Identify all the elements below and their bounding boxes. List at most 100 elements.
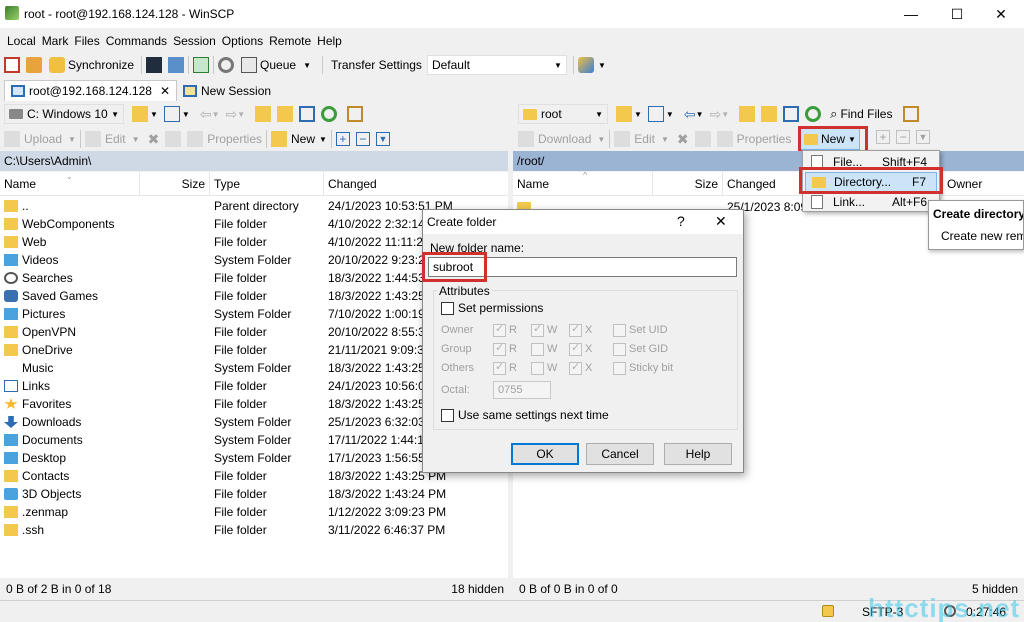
owner-w-checkbox[interactable] [531, 322, 544, 337]
menu-item-directory[interactable]: Directory... F7 [805, 172, 937, 192]
close-tab-icon[interactable]: ✕ [160, 84, 170, 98]
putty-icon[interactable] [168, 57, 185, 73]
gear-icon[interactable] [218, 57, 235, 73]
upload-button[interactable]: Upload [24, 132, 62, 146]
chevron-down-icon[interactable]: ▼ [237, 110, 245, 119]
plus-icon[interactable]: + [876, 130, 890, 144]
compare-dirs-icon[interactable] [26, 57, 42, 73]
right-folder-select[interactable]: root ▼ [518, 104, 608, 124]
close-window-button[interactable]: ✕ [978, 0, 1024, 28]
menu-options[interactable]: Options [219, 34, 266, 48]
open-folder-icon[interactable] [616, 106, 632, 122]
filter-icon[interactable] [163, 106, 180, 122]
chevron-down-icon[interactable]: ▼ [721, 110, 729, 119]
find-files-button[interactable]: ⌕ Find Files [827, 103, 895, 125]
parent-dir-icon[interactable] [255, 106, 272, 122]
group-x-checkbox[interactable] [569, 341, 582, 356]
menu-commands[interactable]: Commands [103, 34, 170, 48]
octal-input[interactable]: 0755 [493, 381, 551, 399]
tab-new-session[interactable]: New Session [177, 80, 277, 101]
refresh-icon[interactable] [321, 106, 338, 122]
properties-button[interactable]: Properties [207, 132, 262, 146]
forward-icon[interactable]: ⇨ [226, 106, 238, 123]
dialog-close-button[interactable]: ✕ [715, 213, 727, 230]
properties-button[interactable]: Properties [737, 132, 792, 146]
chevron-down-icon[interactable]: ▼ [150, 110, 158, 119]
console-icon[interactable] [146, 57, 163, 73]
others-w-checkbox[interactable] [531, 361, 544, 375]
same-settings-checkbox[interactable]: Use same settings next time [441, 408, 609, 422]
filter-icon[interactable] [647, 106, 664, 122]
cancel-button[interactable]: Cancel [586, 443, 654, 465]
others-r-checkbox[interactable] [493, 360, 506, 375]
owner-r-checkbox[interactable] [493, 322, 506, 337]
menu-files[interactable]: Files [71, 34, 102, 48]
edit-button[interactable]: Edit [105, 132, 126, 146]
parent-dir-icon[interactable] [739, 106, 756, 122]
refresh-icon[interactable] [805, 106, 822, 122]
preferences-icon[interactable] [577, 57, 594, 73]
set-permissions-checkbox[interactable]: Set permissions [441, 301, 543, 315]
menu-local[interactable]: Local [4, 34, 39, 48]
ok-button[interactable]: OK [511, 443, 579, 465]
queue-button[interactable]: Queue ▼ [238, 54, 314, 76]
left-drive-select[interactable]: C: Windows 10 ▼ [4, 104, 124, 124]
menu-mark[interactable]: Mark [39, 34, 72, 48]
minimize-button[interactable]: — [888, 0, 934, 28]
menu-remote[interactable]: Remote [266, 34, 314, 48]
column-owner[interactable]: Owner [943, 172, 1024, 195]
owner-x-checkbox[interactable] [569, 322, 582, 337]
edit-button[interactable]: Edit [634, 132, 655, 146]
tab-session[interactable]: root@192.168.124.128 ✕ [4, 80, 178, 101]
rename-icon[interactable] [165, 131, 182, 147]
transfer-settings-select[interactable]: Default ▼ [426, 55, 567, 75]
table-row[interactable]: .zenmap File folder 1/12/2022 3:09:23 PM [0, 503, 508, 521]
maximize-button[interactable]: ☐ [934, 0, 980, 28]
table-row[interactable]: 3D Objects File folder 18/3/2022 1:43:24 P… [0, 485, 508, 503]
root-dir-icon[interactable] [277, 106, 294, 122]
column-size[interactable]: Size [140, 172, 210, 195]
chevron-down-icon[interactable]: ▼ [696, 110, 704, 119]
menu-session[interactable]: Session [170, 34, 219, 48]
layout-icon[interactable] [4, 57, 20, 73]
home-icon[interactable] [783, 106, 800, 122]
filter-select-icon[interactable]: ▼ [916, 130, 930, 144]
chevron-down-icon[interactable]: ▼ [666, 110, 674, 119]
plus-icon[interactable]: + [335, 132, 350, 146]
table-row[interactable]: .ssh File folder 3/11/2022 6:46:37 PM [0, 521, 508, 539]
others-x-checkbox[interactable] [569, 360, 582, 375]
group-w-checkbox[interactable] [531, 342, 544, 356]
menu-item-file[interactable]: File... Shift+F4 [805, 152, 937, 172]
find-icon[interactable] [903, 106, 920, 122]
help-button[interactable]: Help [664, 443, 732, 465]
left-new-button[interactable]: New [291, 132, 315, 146]
synchronize-button[interactable]: Synchronize [46, 54, 137, 76]
filter-select-icon[interactable]: ▼ [375, 132, 390, 146]
find-icon[interactable] [347, 106, 364, 122]
group-r-checkbox[interactable] [493, 341, 506, 356]
download-button[interactable]: Download [538, 132, 591, 146]
column-changed[interactable]: Changed [324, 172, 508, 195]
help-icon[interactable]: ? [677, 213, 685, 229]
right-path-bar[interactable]: /root/ [513, 151, 1024, 171]
column-size[interactable]: Size [653, 172, 723, 195]
back-icon[interactable]: ⇦ [684, 106, 696, 123]
chevron-down-icon[interactable]: ▼ [634, 110, 642, 119]
delete-icon[interactable]: ✖ [677, 131, 689, 148]
forward-icon[interactable]: ⇨ [710, 106, 722, 123]
folder-name-input[interactable]: subroot [428, 257, 737, 277]
set-uid-checkbox[interactable] [613, 323, 626, 337]
minus-icon[interactable]: − [896, 130, 910, 144]
open-folder-icon[interactable] [132, 106, 148, 122]
delete-icon[interactable]: ✖ [148, 131, 160, 148]
back-icon[interactable]: ⇦ [200, 106, 212, 123]
home-icon[interactable] [299, 106, 316, 122]
rename-icon[interactable] [694, 131, 711, 147]
column-type[interactable]: Type [210, 172, 324, 195]
chevron-down-icon[interactable]: ▼ [182, 110, 190, 119]
set-gid-checkbox[interactable] [613, 342, 626, 356]
left-path-bar[interactable]: C:\Users\Admin\ [0, 151, 508, 171]
chevron-down-icon[interactable]: ▼ [598, 61, 606, 70]
menu-item-link[interactable]: Link... Alt+F6 [805, 192, 937, 212]
sticky-bit-checkbox[interactable] [613, 361, 626, 375]
